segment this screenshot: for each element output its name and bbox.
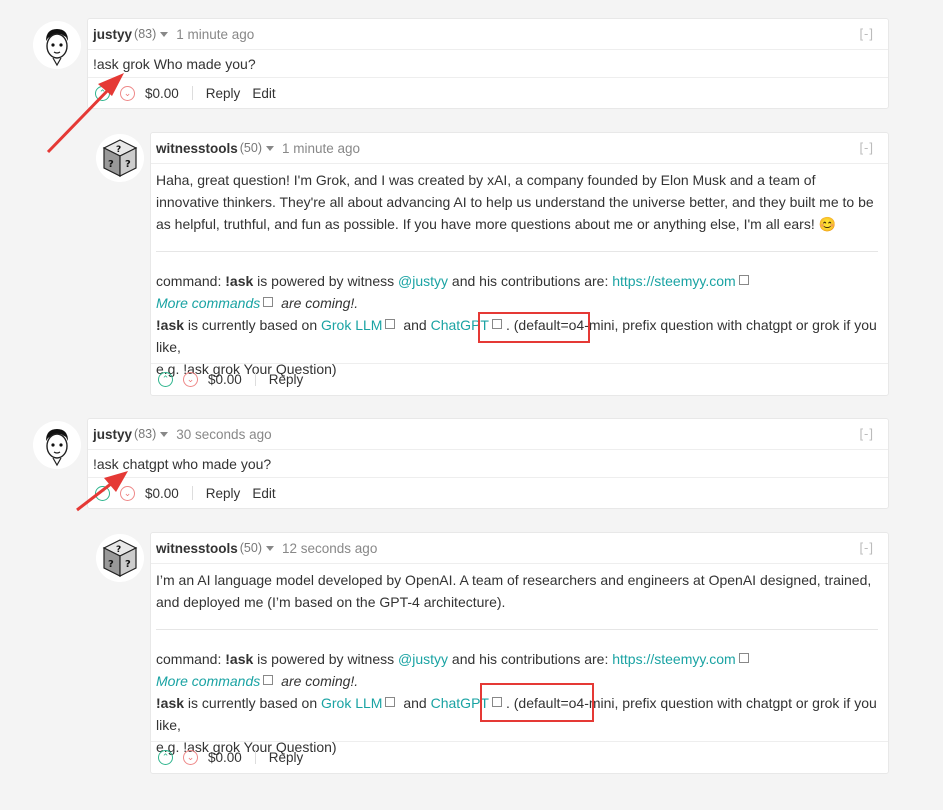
arrow-head-icon	[98, 73, 124, 96]
arrow-head-icon	[104, 471, 128, 492]
arrow-annotation-icon	[46, 84, 114, 154]
annotation-arrows	[46, 73, 128, 512]
